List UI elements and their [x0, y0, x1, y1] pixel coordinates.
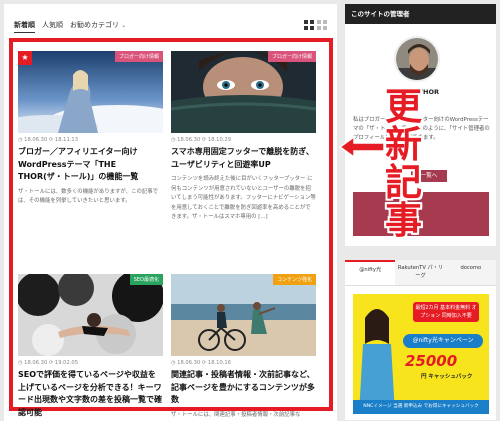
article-thumbnail[interactable]: ブロガー向け情報: [171, 51, 316, 133]
article-card[interactable]: ★ ブロガー向け情報 ◷ 18.06.30 ⟳ 18.11.13 ブロガー／アフ…: [18, 51, 163, 207]
article-thumbnail[interactable]: SEO最適化: [18, 274, 163, 356]
article-card[interactable]: SEO最適化 ◷ 18.06.30 ⟳ 19.02.05 SEOで評価を得ている…: [18, 274, 163, 419]
widget-heading: このサイトの管理者: [345, 4, 496, 24]
ad-widget: @nifty光 RakutenTV パ・リーグ docomo 最短2カ月 基本料…: [345, 260, 496, 420]
article-excerpt: ザ・トールには、関連記事・投稿者情報・次前記事な: [171, 411, 301, 418]
ad-model-image: [359, 309, 395, 414]
page: 新着順 人気順 お勧めカテゴリ ⌄ ★ ブロガー向け情報 ◷ 18.06.30 …: [0, 0, 500, 421]
sort-tabs: 新着順 人気順 お勧めカテゴリ ⌄: [14, 20, 126, 33]
ad-cashback: 円 キャッシュバック: [421, 374, 473, 380]
article-title[interactable]: 関連記事・投稿者情報・次前記事など、記事ページを豊かにするコンテンツが多数: [171, 369, 316, 407]
tab-popular[interactable]: 人気順: [42, 20, 63, 33]
tab-newest[interactable]: 新着順: [14, 20, 35, 33]
category-badge[interactable]: ブロガー向け情報: [267, 51, 316, 62]
tab-recommended[interactable]: お勧めカテゴリ ⌄: [70, 20, 126, 33]
ad-badge: 最短2カ月 基本料金無料 オプション 同時加入不要: [413, 302, 479, 322]
grid-view-icon[interactable]: [304, 20, 314, 30]
ad-footer: NNCイメージ 当選 新申込み でお得にキャッシュバック: [353, 400, 489, 414]
article-title[interactable]: ブロガー／アフィリエイター向けWordPressテーマ「THE THOR(ザ・ト…: [18, 146, 163, 184]
ad-tab-nifty[interactable]: @nifty光: [345, 260, 396, 285]
article-card[interactable]: コンテンツ強化 ◷ 18.06.30 ⟳ 18.10.16 関連記事・投稿者情報…: [171, 274, 316, 420]
arrow-left-icon: [338, 136, 385, 158]
avatar: [394, 36, 440, 82]
category-badge[interactable]: ブロガー向け情報: [114, 51, 163, 62]
ad-amount: 25000: [405, 352, 458, 370]
article-dates: ◷ 18.06.30 ⟳ 18.11.13: [18, 137, 79, 143]
article-card[interactable]: ブロガー向け情報 ◷ 18.06.30 ⟳ 18.10.29 スマホ専用固定フッ…: [171, 51, 316, 223]
ad-tab-rakuten[interactable]: RakutenTV パ・リーグ: [395, 260, 446, 285]
article-excerpt: コンテンツを読み終えた後に目がいくフッタープッター に何もコンテンツが用意されて…: [171, 176, 316, 220]
article-thumbnail[interactable]: コンテンツ強化: [171, 274, 316, 356]
article-excerpt: ザ・トールには、数多くの機能がありますが、この記事では、その機能を列挙していきた…: [18, 188, 159, 205]
overlay-label: 更新記事: [385, 85, 422, 242]
ad-banner[interactable]: 最短2カ月 基本料金無料 オプション 同時加入不要 @nifty光キャンペーン …: [353, 294, 489, 414]
ad-tabs: @nifty光 RakutenTV パ・リーグ docomo: [345, 260, 496, 286]
ad-campaign: @nifty光キャンペーン: [403, 334, 483, 348]
article-title[interactable]: SEOで評価を得ているページや収益を上げているページを分析できる！キーワード出現…: [18, 369, 163, 419]
article-dates: ◷ 18.06.30 ⟳ 19.02.05: [18, 360, 79, 366]
article-thumbnail[interactable]: ★ ブロガー向け情報: [18, 51, 163, 133]
category-badge[interactable]: コンテンツ強化: [272, 274, 316, 285]
article-dates: ◷ 18.06.30 ⟳ 18.10.29: [171, 137, 232, 143]
article-title[interactable]: スマホ専用固定フッターで離脱を防ぎ、ユーザビリティと回遊率UP: [171, 146, 316, 171]
article-dates: ◷ 18.06.30 ⟳ 18.10.16: [171, 360, 232, 366]
tab-recommended-label: お勧めカテゴリ: [70, 21, 119, 29]
category-badge[interactable]: SEO最適化: [129, 274, 163, 285]
ad-tab-docomo[interactable]: docomo: [445, 260, 496, 285]
chevron-down-icon: ⌄: [121, 22, 127, 29]
pin-icon: ★: [18, 51, 32, 65]
list-view-icon[interactable]: [317, 20, 327, 30]
view-toggle: [304, 20, 327, 30]
